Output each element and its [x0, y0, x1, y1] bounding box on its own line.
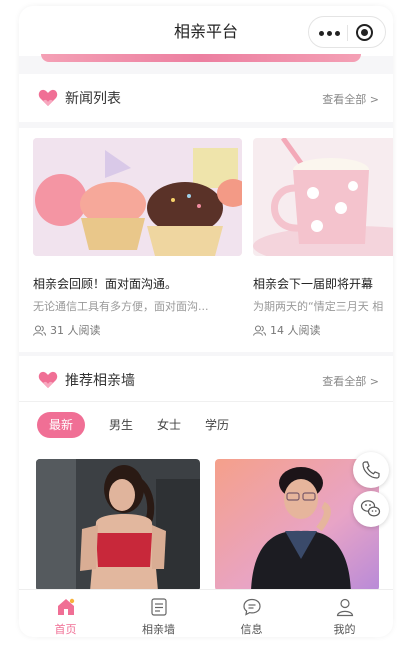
tabbar-home-label: 首页	[54, 623, 77, 636]
banner-carousel-edge[interactable]	[41, 54, 361, 62]
tabbar-wall[interactable]: 相亲墙	[112, 590, 205, 637]
app-frame: 相亲平台 新闻列表 查看全部 > 相亲会回顾！面对面沟通。 无论通信工具有多方便…	[19, 6, 393, 637]
readers-icon	[33, 325, 46, 336]
tabbar-messages-label: 信息	[240, 623, 263, 636]
phone-icon	[362, 461, 380, 479]
wall-section-title: 推荐相亲墙	[65, 373, 135, 389]
tabbar-profile[interactable]: 我的	[298, 590, 391, 637]
tabbar-home[interactable]: 首页	[19, 590, 112, 637]
news-carousel[interactable]: 相亲会回顾！面对面沟通。 无论通信工具有多方便，面对面沟... 31 人阅读 相…	[19, 128, 393, 352]
wechat-button[interactable]	[353, 491, 389, 527]
news-view-all-link[interactable]: 查看全部 >	[322, 91, 379, 107]
more-icon[interactable]	[319, 31, 341, 36]
bottom-tabbar: 首页 相亲墙 信息 我的	[19, 589, 393, 637]
news-title: 相亲会回顾！面对面沟通。	[33, 277, 178, 291]
tab-female[interactable]: 女士	[157, 416, 181, 433]
tabbar-messages[interactable]: 信息	[205, 590, 298, 637]
news-mug-image	[253, 138, 393, 256]
news-card[interactable]: 相亲会回顾！面对面沟通。 无论通信工具有多方便，面对面沟... 31 人阅读	[33, 138, 243, 338]
heart-icon	[38, 371, 58, 388]
news-title: 相亲会下一届即将开幕	[253, 277, 374, 291]
tab-education[interactable]: 学历	[205, 416, 229, 433]
wall-view-all-link[interactable]: 查看全部 >	[322, 373, 379, 389]
news-section-title: 新闻列表	[65, 91, 121, 107]
news-reads: 14 人阅读	[253, 322, 393, 338]
home-icon	[58, 598, 75, 615]
news-summary: 无论通信工具有多方便，面对面沟...	[33, 300, 209, 313]
tab-male[interactable]: 男生	[109, 416, 133, 433]
chat-bubble-icon	[243, 598, 261, 616]
news-section-header: 新闻列表 查看全部 >	[19, 74, 393, 122]
filter-tabs: 最新 男生 女士 学历	[19, 401, 393, 453]
phone-button[interactable]	[353, 452, 389, 488]
news-card[interactable]: 相亲会下一届即将开幕 为期两天的“情定三月天 相 14 人阅读	[253, 138, 393, 338]
heart-icon	[38, 89, 58, 106]
mini-program-capsule	[308, 16, 386, 48]
wechat-icon	[360, 500, 381, 517]
capsule-divider	[347, 25, 348, 41]
tab-latest[interactable]: 最新	[37, 412, 85, 438]
news-summary: 为期两天的“情定三月天 相	[253, 300, 384, 313]
profile-wall	[19, 452, 393, 591]
tabbar-profile-label: 我的	[333, 623, 356, 636]
news-reads: 31 人阅读	[33, 322, 243, 338]
readers-icon	[253, 325, 266, 336]
tabbar-wall-label: 相亲墙	[142, 623, 175, 636]
news-cupcake-image	[33, 138, 242, 256]
list-doc-icon	[151, 598, 167, 616]
wall-section-header: 推荐相亲墙 查看全部 >	[19, 356, 393, 404]
close-mini-program-icon[interactable]	[356, 24, 373, 41]
navbar: 相亲平台	[19, 6, 393, 56]
news-read-count: 31 人阅读	[50, 324, 101, 337]
profile-photo-female[interactable]	[36, 459, 200, 591]
user-icon	[336, 598, 354, 617]
news-read-count: 14 人阅读	[270, 324, 321, 337]
